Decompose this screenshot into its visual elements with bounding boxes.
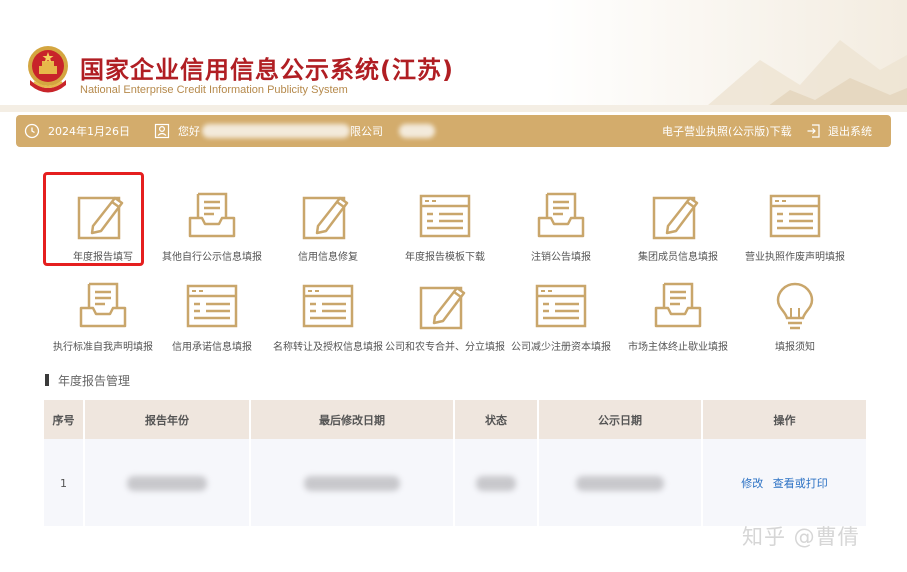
inbox-tray-icon — [537, 192, 585, 238]
template-list-icon — [302, 284, 354, 328]
edit-doc-icon — [419, 286, 466, 330]
function-tile[interactable]: 年度报告模板下载 — [389, 172, 501, 263]
template-list-icon — [419, 194, 471, 238]
tile-label: 填报须知 — [775, 342, 815, 353]
function-tile[interactable]: 执行标准自我声明填报 — [47, 262, 159, 353]
row-index: 1 — [44, 439, 85, 527]
col-header-publish-date: 公示日期 — [538, 400, 703, 439]
logout-icon — [807, 124, 820, 138]
user-info-bar: 2024年1月26日 您好 限公司 电子营业执照(公示版)下载 退出系统 — [16, 115, 891, 147]
table-row: 1 修改 查看或打印 — [44, 439, 866, 527]
lightbulb-icon — [776, 282, 814, 330]
row-status — [454, 439, 539, 527]
page: 国家企业信用信息公示系统(江苏) National Enterprise Cre… — [0, 0, 907, 572]
inbox-tray-icon — [654, 282, 702, 328]
section-title: 年度报告管理 — [58, 373, 131, 388]
logout-label: 退出系统 — [828, 125, 872, 138]
col-header-report-year: 报告年份 — [84, 400, 251, 439]
function-tile[interactable]: 名称转让及授权信息填报 — [272, 262, 384, 353]
user-icon — [154, 123, 170, 139]
annual-report-highlight-box — [43, 172, 144, 266]
row-last-modified — [250, 439, 455, 527]
col-header-status: 状态 — [454, 400, 539, 439]
edit-doc-icon — [302, 196, 349, 240]
redacted-value — [476, 475, 516, 491]
function-tile[interactable]: 信用承诺信息填报 — [156, 262, 268, 353]
redacted-company-name — [202, 124, 350, 138]
function-tile[interactable]: 市场主体终止歇业填报 — [622, 262, 734, 353]
user-greeting: 您好 限公司 — [154, 115, 435, 147]
tile-label: 市场主体终止歇业填报 — [628, 342, 728, 353]
tile-label: 公司减少注册资本填报 — [511, 342, 611, 353]
modify-link[interactable]: 修改 — [741, 477, 763, 490]
section-marker — [45, 374, 49, 386]
view-print-link[interactable]: 查看或打印 — [773, 477, 828, 490]
edit-doc-icon — [652, 196, 699, 240]
license-download-label: 电子营业执照(公示版)下载 — [662, 125, 792, 138]
function-tile[interactable]: 营业执照作废声明填报 — [739, 172, 851, 263]
template-list-icon — [535, 284, 587, 328]
company-suffix: 限公司 — [350, 125, 383, 138]
row-actions: 修改 查看或打印 — [702, 439, 866, 527]
col-header-actions: 操作 — [702, 400, 866, 439]
logout-button[interactable]: 退出系统 — [806, 115, 872, 147]
greeting-text: 您好 — [178, 125, 200, 138]
col-header-index: 序号 — [44, 400, 85, 439]
function-tile[interactable]: 注销公告填报 — [505, 172, 617, 263]
row-publish-date — [538, 439, 703, 527]
watermark: 知乎 @曹倩 — [742, 525, 860, 549]
site-header: 国家企业信用信息公示系统(江苏) National Enterprise Cre… — [0, 0, 907, 112]
function-tile[interactable]: 填报须知 — [739, 262, 851, 353]
redacted-info — [399, 124, 435, 138]
template-list-icon — [186, 284, 238, 328]
site-title: 国家企业信用信息公示系统(江苏) — [80, 56, 454, 84]
template-list-icon — [769, 194, 821, 238]
inbox-tray-icon — [188, 192, 236, 238]
function-tile[interactable]: 其他自行公示信息填报 — [156, 172, 268, 263]
redacted-value — [127, 475, 207, 491]
national-emblem-logo — [28, 46, 68, 93]
function-tile[interactable]: 信用信息修复 — [272, 172, 384, 263]
tile-label: 信用承诺信息填报 — [172, 342, 252, 353]
inbox-tray-icon — [79, 282, 127, 328]
date-text: 2024年1月26日 — [48, 125, 130, 138]
redacted-value — [304, 475, 400, 491]
license-download-link[interactable]: 电子营业执照(公示版)下载 — [662, 115, 792, 147]
annual-report-table: 序号 报告年份 最后修改日期 状态 公示日期 操作 1 修改 查看或打印 — [44, 400, 866, 527]
current-date: 2024年1月26日 — [24, 115, 130, 147]
section-header: 年度报告管理 — [45, 372, 130, 388]
row-report-year — [84, 439, 251, 527]
col-header-last-modified: 最后修改日期 — [250, 400, 455, 439]
function-tile[interactable]: 公司和农专合并、分立填报 — [385, 262, 505, 353]
table-header-row: 序号 报告年份 最后修改日期 状态 公示日期 操作 — [44, 400, 866, 439]
redacted-value — [576, 475, 664, 491]
tile-label: 名称转让及授权信息填报 — [273, 342, 383, 353]
function-tile[interactable]: 集团成员信息填报 — [622, 172, 734, 263]
clock-icon — [24, 123, 40, 139]
tile-label: 公司和农专合并、分立填报 — [385, 342, 505, 353]
function-tile[interactable]: 公司减少注册资本填报 — [505, 262, 617, 353]
site-subtitle: National Enterprise Credit Information P… — [80, 84, 348, 96]
